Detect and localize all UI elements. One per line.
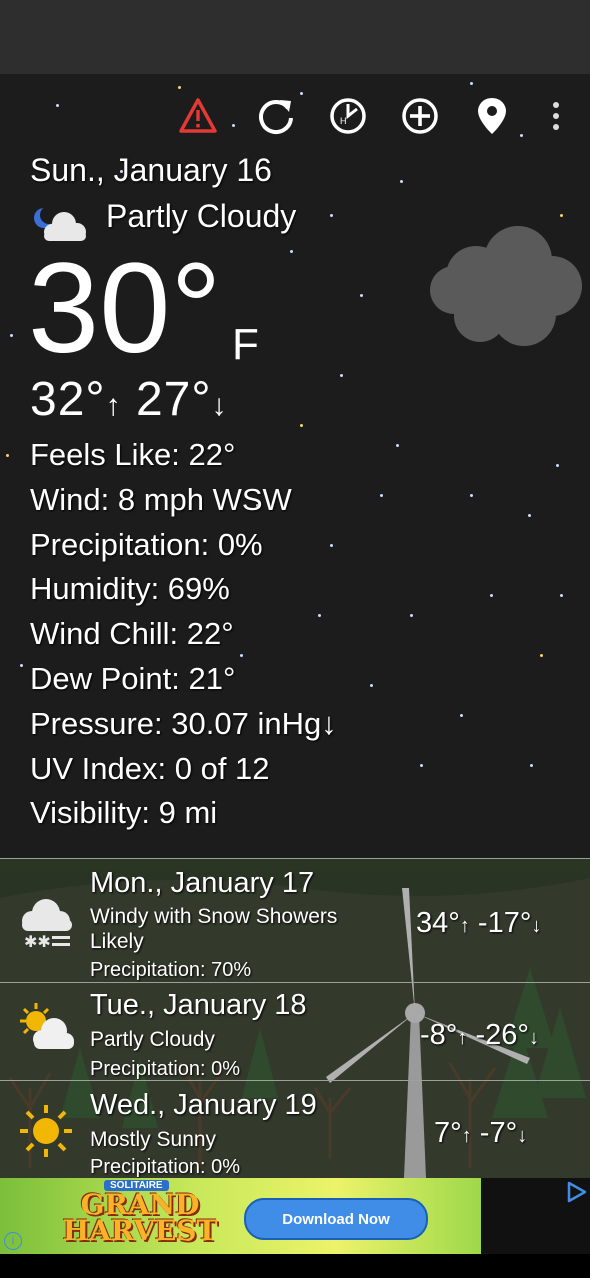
up-arrow-icon: ↑ xyxy=(461,1125,472,1147)
forecast-precipitation: Precipitation: 70% xyxy=(90,959,252,981)
ad-title: GRAND HARVEST xyxy=(62,1188,218,1247)
forecast-row-2[interactable]: Wed., January 19 Mostly Sunny Precipitat… xyxy=(0,1080,590,1178)
forecast-temps: -8°↑ -26°↓ xyxy=(420,1019,539,1052)
svg-text:✱✱: ✱✱ xyxy=(24,932,51,951)
down-arrow-icon: ↓ xyxy=(517,1125,528,1147)
forecast-low: -17° xyxy=(477,907,532,939)
humidity: Humidity: 69% xyxy=(30,571,230,607)
current-date: Sun., January 16 xyxy=(30,152,272,188)
low-temp: 27° xyxy=(135,373,212,426)
high-low-temps: 32°↑ 27°↓ xyxy=(30,372,228,427)
dew-point: Dew Point: 21° xyxy=(30,660,236,696)
partly-sunny-icon xyxy=(20,1003,74,1049)
svg-text:H: H xyxy=(340,116,347,126)
forecast-low: -7° xyxy=(479,1117,518,1149)
down-arrow-icon: ↓ xyxy=(531,915,542,937)
forecast-temps: 7°↑ -7°↓ xyxy=(434,1117,527,1150)
forecast-date: Mon., January 17 xyxy=(90,867,315,899)
snow-cloud-icon: ✱✱ xyxy=(22,899,72,951)
sun-icon xyxy=(20,1105,72,1157)
pressure: Pressure: 30.07 inHg↓ xyxy=(30,705,337,741)
hourly-clock-icon[interactable]: H xyxy=(326,94,370,138)
refresh-icon[interactable] xyxy=(254,94,298,138)
add-location-icon[interactable] xyxy=(398,94,442,138)
forecast-precipitation: Precipitation: 0% xyxy=(90,1156,241,1178)
uv-index: UV Index: 0 of 12 xyxy=(30,750,270,786)
download-now-button[interactable]: Download Now xyxy=(244,1198,428,1240)
toolbar: H xyxy=(0,94,590,140)
forecast-condition: Mostly Sunny xyxy=(90,1128,217,1151)
up-arrow-icon: ↑ xyxy=(459,915,470,937)
forecast-condition: Partly Cloudy xyxy=(90,1028,215,1051)
down-arrow-icon: ↓ xyxy=(528,1027,539,1049)
wind: Wind: 8 mph WSW xyxy=(30,481,292,517)
large-cloud-graphic xyxy=(430,226,582,346)
feels-like: Feels Like: 22° xyxy=(30,437,236,472)
temperature-unit: F xyxy=(232,320,259,369)
high-temp: 32° xyxy=(30,373,106,426)
alert-icon[interactable] xyxy=(176,94,220,138)
location-pin-icon[interactable] xyxy=(470,94,514,138)
forecast-condition: Windy with Snow Showers Likely xyxy=(90,905,338,953)
forecast-temps: 34°↑ -17°↓ xyxy=(416,907,541,940)
ad-choices-icon[interactable] xyxy=(564,1180,588,1204)
ad-creative[interactable]: SOLITAIRE GRAND HARVEST Download Now i xyxy=(0,1178,481,1254)
forecast-precipitation: Precipitation: 0% xyxy=(90,1058,241,1080)
up-arrow-icon: ↑ xyxy=(457,1027,468,1049)
forecast-high: 34° xyxy=(416,907,460,939)
forecast-list: ✱✱ Mon., January 17 Windy with Snow Show… xyxy=(0,858,590,1178)
wind-chill: Wind Chill: 22° xyxy=(30,616,234,652)
ad-info-icon[interactable]: i xyxy=(4,1232,22,1250)
forecast-high: -8° xyxy=(420,1019,458,1051)
visibility: Visibility: 9 mi xyxy=(30,795,218,831)
forecast-date: Wed., January 19 xyxy=(90,1089,317,1121)
current-temperature: 30° xyxy=(28,237,222,380)
down-arrow-icon: ↓ xyxy=(211,389,228,422)
forecast-row-0[interactable]: ✱✱ Mon., January 17 Windy with Snow Show… xyxy=(0,858,590,983)
weather-details: Feels Like: 22° Wind: 8 mph WSW Precipit… xyxy=(30,432,337,835)
ad-banner: SOLITAIRE GRAND HARVEST Download Now i xyxy=(0,1178,590,1254)
status-bar xyxy=(0,0,590,74)
forecast-row-1[interactable]: Tue., January 18 Partly Cloudy Precipita… xyxy=(0,982,590,1081)
more-vert-icon[interactable] xyxy=(534,94,578,138)
up-arrow-icon: ↑ xyxy=(105,389,122,422)
precipitation: Precipitation: 0% xyxy=(30,526,263,562)
forecast-high: 7° xyxy=(434,1117,462,1149)
bottom-bar xyxy=(0,1254,590,1278)
forecast-date: Tue., January 18 xyxy=(90,989,307,1021)
current-condition: Partly Cloudy xyxy=(106,198,297,234)
forecast-low: -26° xyxy=(475,1019,529,1051)
